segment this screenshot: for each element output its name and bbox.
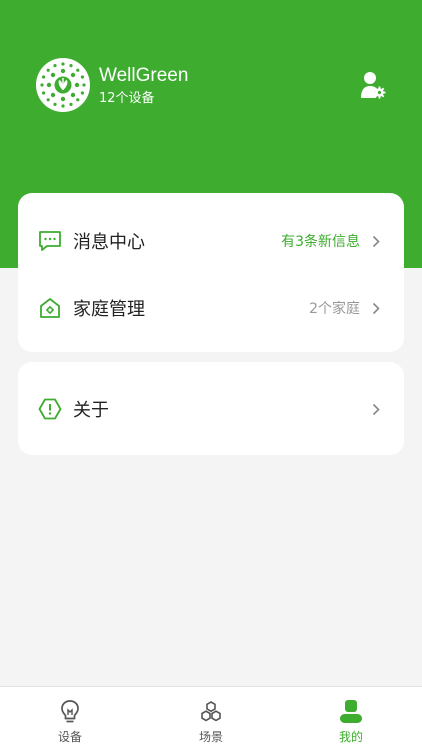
menu-item-label: 家庭管理 — [73, 299, 145, 320]
bulb-icon — [57, 699, 83, 725]
info-icon — [38, 397, 62, 421]
tab-label: 设备 — [57, 730, 82, 744]
scene-icon — [198, 699, 224, 725]
message-icon — [38, 229, 62, 253]
tab-scenes[interactable]: 场景 — [171, 687, 251, 751]
menu-card-about: 关于 — [18, 362, 404, 455]
menu-card-main: 消息中心 有3条新信息 家庭管理 2个家庭 — [18, 193, 404, 352]
chevron-right-icon — [372, 301, 382, 315]
chevron-right-icon — [372, 234, 382, 248]
bottom-tab-bar: 设备 场景 我的 — [0, 686, 422, 751]
avatar[interactable] — [36, 58, 90, 112]
plant-logo-icon — [40, 62, 86, 108]
tab-devices[interactable]: 设备 — [30, 687, 110, 751]
tab-mine[interactable]: 我的 — [311, 687, 391, 751]
menu-item-label: 关于 — [73, 400, 109, 421]
profile-icon — [338, 699, 364, 725]
menu-item-family[interactable]: 家庭管理 2个家庭 — [18, 283, 404, 333]
tab-label: 我的 — [338, 730, 363, 744]
user-name: WellGreen — [99, 65, 189, 86]
chevron-right-icon — [372, 402, 382, 416]
menu-item-about[interactable]: 关于 — [18, 384, 404, 434]
home-icon — [38, 296, 62, 320]
menu-item-messages[interactable]: 消息中心 有3条新信息 — [18, 216, 404, 266]
user-settings-icon — [361, 72, 386, 99]
menu-item-value: 2个家庭 — [309, 301, 360, 317]
menu-item-label: 消息中心 — [73, 232, 145, 253]
tab-label: 场景 — [198, 730, 223, 744]
device-count: 12个设备 — [99, 91, 155, 106]
user-settings-button[interactable] — [360, 71, 386, 99]
menu-item-value: 有3条新信息 — [281, 234, 360, 250]
